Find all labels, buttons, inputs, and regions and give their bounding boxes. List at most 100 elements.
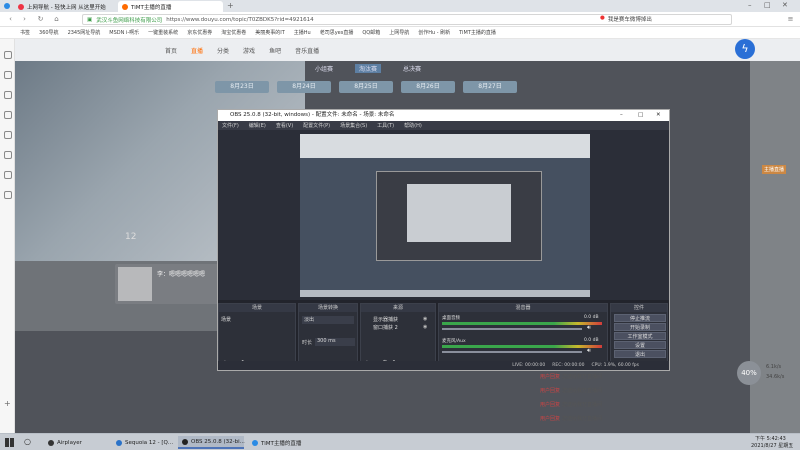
search-text: 我是赛车微博掉出: [607, 17, 652, 23]
address-toolbar: ‹ › ↻ ⌂ ▣ 武汉斗鱼网络科技有限公司 https://www.douyu…: [0, 12, 800, 27]
bookmark-item[interactable]: MSDN i-啊乐: [109, 29, 139, 36]
preview-header: [300, 134, 590, 158]
bookmark-item[interactable]: 主播Hu: [294, 29, 311, 36]
volume-slider[interactable]: [442, 351, 582, 353]
menu-icon[interactable]: ≡: [786, 15, 795, 24]
bookmark-item[interactable]: 上网导航: [389, 29, 409, 36]
nav-live[interactable]: 直播: [191, 46, 203, 55]
close-button[interactable]: ✕: [782, 1, 788, 9]
menu-item[interactable]: 配置文件(P): [303, 122, 330, 129]
tab-navigation[interactable]: 上网导航 - 轻快上网 从这里开始: [14, 1, 114, 12]
settings-button[interactable]: 设置: [614, 341, 666, 349]
tool-icon[interactable]: [4, 131, 12, 139]
reload-icon[interactable]: ↻: [36, 15, 45, 24]
obs-docks: 场景 场景 +−⌃⌄ 场景转换 淡出 时长 300 ms 来源 显示器捕获 窗口…: [218, 300, 669, 370]
clock-date[interactable]: 2021/8/27 星期五: [751, 442, 793, 449]
download-icon[interactable]: [4, 91, 12, 99]
menu-item[interactable]: 帮助(H): [404, 122, 422, 129]
add-icon[interactable]: +: [4, 399, 11, 408]
tab-douyu[interactable]: TiMT主播的直播: [118, 1, 223, 12]
date-tab[interactable]: 8月23日: [215, 81, 269, 93]
bookmark-item[interactable]: 美丽奥事的IT: [255, 29, 285, 36]
exit-button[interactable]: 退出: [614, 350, 666, 358]
chat-line: 用户回复 您送给我万直播间: [540, 416, 603, 422]
nav-bar[interactable]: 鱼吧: [269, 46, 281, 55]
scene-item[interactable]: 场景: [221, 316, 231, 323]
eye-icon[interactable]: ◉: [423, 316, 427, 322]
taskbar-app[interactable]: Airplayer: [44, 436, 108, 449]
search-icon[interactable]: ○: [24, 437, 31, 446]
bookmark-item[interactable]: 创作Hu - 刷新: [418, 29, 450, 36]
nav-game[interactable]: 游戏: [243, 46, 255, 55]
menu-item[interactable]: 场景集合(S): [340, 122, 367, 129]
notes-icon[interactable]: [4, 111, 12, 119]
sub-tab[interactable]: 淘汰赛: [355, 64, 382, 73]
bookmark-item[interactable]: 360导航: [39, 29, 59, 36]
speed-percent: 40%: [741, 369, 757, 377]
start-recording-button[interactable]: 开始录制: [614, 323, 666, 331]
source-item[interactable]: 显示器捕获: [373, 316, 398, 323]
bookmark-item[interactable]: 淘宝优惠卷: [221, 29, 246, 36]
menu-item[interactable]: 文件(F): [222, 122, 239, 129]
mixer-dock: 混音器 桌面音频 0.0 dB 🔊︎ 麦克风/Aux 0.0 dB 🔊︎: [438, 303, 608, 370]
back-icon[interactable]: ‹: [6, 15, 15, 24]
start-icon[interactable]: [5, 438, 14, 447]
date-tab[interactable]: 8月27日: [463, 81, 517, 93]
taskbar-app[interactable]: Sequoia 12 - [Q...: [112, 436, 176, 449]
home-icon[interactable]: ⌂: [52, 15, 61, 24]
cart-icon[interactable]: [4, 191, 12, 199]
menu-item[interactable]: 工具(T): [377, 122, 394, 129]
stop-stream-button[interactable]: 停止推流: [614, 314, 666, 322]
obs-preview[interactable]: [300, 134, 590, 297]
date-tab[interactable]: 8月26日: [401, 81, 455, 93]
obs-maximize-button[interactable]: □: [638, 110, 643, 121]
menu-item[interactable]: 查看(V): [276, 122, 293, 129]
obs-window: OBS 25.0.8 (32-bit, windows) - 配置文件: 未命名…: [217, 109, 670, 371]
menu-item[interactable]: 编辑(E): [249, 122, 266, 129]
bookmark-item[interactable]: 京东优惠券: [187, 29, 212, 36]
forward-icon[interactable]: ›: [20, 15, 29, 24]
history-icon[interactable]: [4, 71, 12, 79]
nav-music[interactable]: 音乐直播: [295, 46, 319, 55]
source-item[interactable]: 窗口捕获 2: [373, 324, 398, 331]
search-field[interactable]: ● 我是赛车微博掉出: [600, 15, 710, 23]
eye-icon[interactable]: ◉: [423, 324, 427, 330]
nav-category[interactable]: 分类: [217, 46, 229, 55]
chat-list: 用户回复 您送给我万直播间 用户回复 您送给我万直播间 用户回复 您送给我万直播间 用…: [540, 362, 680, 434]
new-tab-button[interactable]: +: [227, 1, 234, 10]
speed-widget[interactable]: 40%: [737, 361, 761, 385]
speaker-icon[interactable]: 🔊︎: [587, 324, 591, 332]
duration-label: 时长: [302, 340, 313, 346]
chat-icon[interactable]: [4, 151, 12, 159]
minimize-button[interactable]: –: [748, 1, 752, 9]
bookmark-item[interactable]: QQ邮箱: [362, 29, 380, 36]
taskbar-app[interactable]: OBS 25.0.8 (32-bi...: [178, 436, 245, 449]
url-text: https://www.douyu.com/topic/T0ZBDK5?rid=…: [166, 16, 314, 23]
transition-dock: 场景转换 淡出 时长 300 ms: [298, 303, 358, 370]
favorites-icon[interactable]: [4, 51, 12, 59]
studio-mode-button[interactable]: 工作室模式: [614, 332, 666, 340]
sub-tab[interactable]: 小组赛: [315, 64, 333, 73]
bookmark-item[interactable]: 2345网址导航: [68, 29, 101, 36]
date-tab[interactable]: 8月25日: [339, 81, 393, 93]
nav-home[interactable]: 首页: [165, 46, 177, 55]
maximize-button[interactable]: □: [764, 1, 771, 9]
bookmark-item[interactable]: 老司思yes直播: [320, 29, 354, 36]
bookmark-item[interactable]: 书签: [20, 29, 30, 36]
bookmark-item[interactable]: TiMT主播的直播: [459, 29, 496, 36]
taskbar-app-label: TiMT主播的直播: [261, 440, 302, 447]
obs-close-button[interactable]: ✕: [656, 110, 661, 121]
float-logo-icon[interactable]: ϟ: [735, 39, 755, 59]
bookmark-item[interactable]: 一键重装系统: [148, 29, 178, 36]
duration-input[interactable]: 300 ms: [315, 338, 355, 346]
obs-minimize-button[interactable]: –: [620, 110, 623, 121]
volume-slider[interactable]: [442, 328, 582, 330]
streamer-card[interactable]: 李：嗯嗯嗯嗯嗯嗯: [115, 264, 225, 304]
clock-time[interactable]: 下午 5:42:43: [755, 435, 786, 442]
mail-icon[interactable]: [4, 171, 12, 179]
sub-tab[interactable]: 总决赛: [403, 64, 421, 73]
taskbar-app[interactable]: TiMT主播的直播: [248, 436, 312, 449]
transition-mode[interactable]: 淡出: [302, 316, 354, 324]
speaker-icon[interactable]: 🔊︎: [587, 347, 591, 355]
date-tab[interactable]: 8月24日: [277, 81, 331, 93]
